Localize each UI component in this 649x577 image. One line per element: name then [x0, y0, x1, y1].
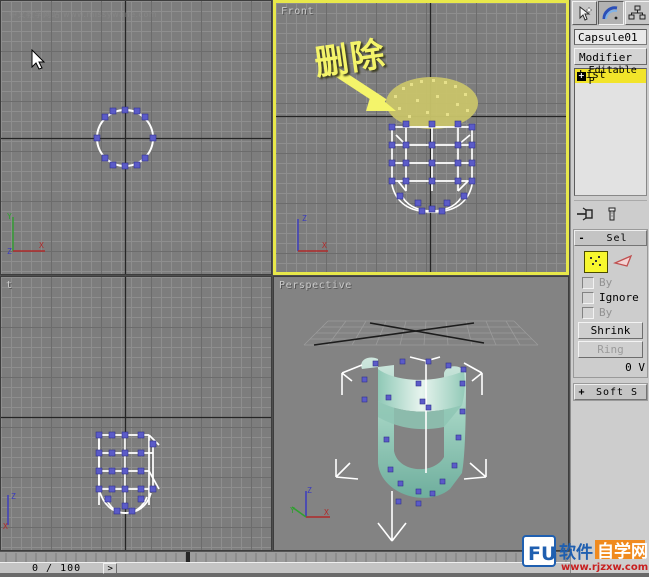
- vertex-icon: [587, 254, 605, 270]
- stack-toolbar: [574, 200, 647, 224]
- svg-text:Z: Z: [7, 247, 12, 256]
- svg-text:Z: Z: [11, 492, 16, 501]
- svg-text:X: X: [39, 241, 44, 250]
- node-tree-icon: [628, 5, 646, 20]
- svg-text:www.rjzxw.com: www.rjzxw.com: [561, 562, 648, 573]
- command-panel-tabs: [571, 0, 649, 26]
- status-bar: 0 / 100 >: [0, 562, 570, 574]
- perspective-viewport-canvas: Z X Y: [274, 277, 568, 550]
- edge-icon: [613, 254, 633, 267]
- rainbow-arc-icon: [602, 6, 618, 20]
- svg-text:X: X: [322, 241, 327, 250]
- left-viewport[interactable]: Z X t: [0, 276, 272, 551]
- vertex-subobject-button[interactable]: [584, 251, 608, 273]
- by-vertex-label: By: [599, 276, 613, 289]
- object-name-field[interactable]: Capsule01: [574, 29, 647, 45]
- by-vertex-checkbox-row[interactable]: By: [574, 275, 647, 290]
- modify-tab[interactable]: [598, 1, 624, 25]
- annotation-text: 删除: [312, 34, 389, 84]
- soft-selection-rollout-title: Soft S: [595, 386, 639, 398]
- soft-selection-rollout-header[interactable]: + Soft S: [574, 384, 647, 400]
- svg-text:Z: Z: [302, 214, 307, 223]
- modifier-list-dropdown[interactable]: Modifier List: [574, 48, 647, 81]
- by-angle-label: By: [599, 306, 613, 319]
- command-panel: Capsule01 Modifier List + Editable P - S…: [570, 0, 649, 573]
- by-vertex-checkbox[interactable]: [582, 276, 594, 289]
- left-viewport-label: t: [6, 280, 13, 291]
- watermark-top: 中文教学网站 www.missywane.com: [9, 10, 158, 19]
- current-frame-label: 0 / 100: [32, 562, 82, 574]
- watermark-logo-graphic: FU 软件 自学网 www.rjzxw.com: [522, 535, 648, 573]
- svg-text:Y: Y: [7, 212, 12, 221]
- watermark-logo: FU 软件 自学网 www.rjzxw.com: [521, 534, 649, 577]
- left-viewport-canvas: Z X: [1, 277, 271, 550]
- selection-rollout: - Sel By Ignore By Shrink Ring 0 V: [573, 229, 648, 378]
- stack-item-label: Editable P: [588, 65, 637, 87]
- expand-plus-icon[interactable]: +: [577, 71, 586, 81]
- soft-selection-rollout: + Soft S: [573, 383, 648, 401]
- by-angle-checkbox[interactable]: [582, 306, 594, 319]
- ignore-backfacing-checkbox[interactable]: [582, 291, 594, 304]
- create-tab[interactable]: [572, 1, 598, 25]
- shrink-button[interactable]: Shrink: [578, 322, 643, 339]
- svg-text:软件: 软件: [559, 542, 593, 563]
- front-viewport[interactable]: Z X Front 删除: [273, 0, 569, 275]
- svg-text:Z: Z: [307, 486, 312, 495]
- viewport-area: Y X Z 中文教学网站 www.missywane.com Z X Front…: [0, 0, 570, 551]
- by-angle-checkbox-row[interactable]: By: [574, 305, 647, 320]
- svg-text:自学网: 自学网: [597, 541, 648, 562]
- svg-text:FU: FU: [528, 543, 556, 565]
- selection-status-text: 0 V: [625, 361, 645, 374]
- svg-text:X: X: [3, 522, 8, 531]
- pin-icon: [577, 207, 593, 221]
- edge-subobject-button[interactable]: [612, 252, 634, 272]
- hierarchy-tab[interactable]: [624, 1, 649, 25]
- expand-plus-icon[interactable]: +: [575, 387, 588, 398]
- top-viewport[interactable]: Y X Z 中文教学网站 www.missywane.com: [0, 0, 272, 275]
- remove-modifier-button[interactable]: [601, 206, 623, 223]
- time-slider-track[interactable]: [0, 551, 570, 563]
- perspective-viewport-label: Perspective: [279, 280, 352, 291]
- selection-rollout-title: Sel: [606, 232, 628, 244]
- ignore-backfacing-label: Ignore: [599, 291, 639, 304]
- ignore-backfacing-checkbox-row[interactable]: Ignore: [574, 290, 647, 305]
- pin-stack-button[interactable]: [574, 206, 596, 223]
- next-frame-button[interactable]: >: [103, 562, 118, 574]
- svg-text:Y: Y: [290, 506, 295, 515]
- svg-text:X: X: [324, 508, 329, 517]
- top-viewport-canvas: Y X Z: [1, 1, 271, 274]
- perspective-viewport[interactable]: Z X Y Perspective: [273, 276, 569, 551]
- max-window: Y X Z 中文教学网站 www.missywane.com Z X Front…: [0, 0, 649, 574]
- front-viewport-label: Front: [281, 6, 315, 17]
- modifier-stack[interactable]: + Editable P: [574, 65, 647, 196]
- selection-rollout-header[interactable]: - Sel: [574, 230, 647, 246]
- trash-icon: [608, 207, 616, 220]
- collapse-minus-icon[interactable]: -: [575, 233, 588, 244]
- ring-button[interactable]: Ring: [578, 341, 643, 358]
- subobject-level-buttons: [574, 246, 647, 275]
- arrow-star-icon: [579, 5, 593, 21]
